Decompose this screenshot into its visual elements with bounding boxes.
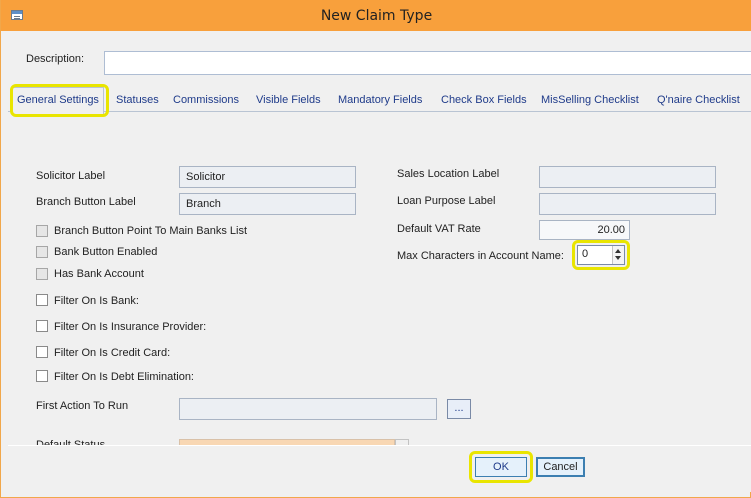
first-action-caption: First Action To Run [36,400,129,412]
description-input[interactable] [104,51,751,75]
first-action-browse-button[interactable]: ... [447,399,471,419]
ok-button[interactable]: OK [475,457,527,477]
max-characters-spinner[interactable]: 0 [577,245,625,265]
has-bank-account-label: Has Bank Account [54,268,144,280]
filter-is-debt-elimination-label: Filter On Is Debt Elimination: [54,371,194,383]
default-vat-rate-caption: Default VAT Rate [397,223,481,235]
spinner-arrows[interactable] [612,246,624,264]
sales-location-label-field[interactable] [539,166,716,188]
branch-button-label-caption: Branch Button Label [36,196,136,208]
tab-commissions[interactable]: Commissions [173,91,239,111]
description-label: Description: [26,53,85,65]
branch-button-main-banks-checkbox[interactable] [36,225,48,237]
max-characters-caption: Max Characters in Account Name: [397,250,564,262]
window-title: New Claim Type [320,8,433,24]
branch-button-label-field[interactable]: Branch [179,193,356,215]
solicitor-label-caption: Solicitor Label [36,170,106,182]
button-bar [8,445,751,492]
solicitor-label-field[interactable]: Solicitor [179,166,356,188]
sales-location-label-caption: Sales Location Label [397,168,500,180]
spin-up-icon[interactable] [615,249,621,253]
tab-statuses[interactable]: Statuses [116,91,159,111]
cancel-button[interactable]: Cancel [536,457,585,477]
has-bank-account-checkbox[interactable] [36,268,48,280]
spin-down-icon[interactable] [615,256,621,260]
max-characters-value: 0 [582,248,589,260]
loan-purpose-label-caption: Loan Purpose Label [397,195,496,207]
tab-divider [8,111,751,112]
first-action-field[interactable] [179,398,437,420]
tab-qnaire-checklist[interactable]: Q'naire Checklist [657,91,740,111]
tab-misselling-checklist[interactable]: MisSelling Checklist [541,91,639,111]
filter-is-credit-card-label: Filter On Is Credit Card: [54,347,171,359]
default-vat-rate-field[interactable]: 20.00 [539,220,630,240]
filter-is-bank-label: Filter On Is Bank: [54,295,139,307]
filter-is-insurance-provider-checkbox[interactable] [36,320,48,332]
tab-mandatory-fields[interactable]: Mandatory Fields [338,91,422,111]
bank-button-enabled-label: Bank Button Enabled [54,246,158,258]
tab-general-settings[interactable]: General Settings [12,87,104,114]
dialog-body: Description: General Settings Statuses C… [8,31,751,492]
tab-check-box-fields[interactable]: Check Box Fields [441,91,527,111]
filter-is-bank-checkbox[interactable] [36,294,48,306]
bank-button-enabled-checkbox[interactable] [36,246,48,258]
filter-is-insurance-provider-label: Filter On Is Insurance Provider: [54,321,207,333]
filter-is-credit-card-checkbox[interactable] [36,346,48,358]
tab-visible-fields[interactable]: Visible Fields [256,91,321,111]
tab-strip: General Settings Statuses Commissions Vi… [8,87,751,114]
filter-is-debt-elimination-checkbox[interactable] [36,370,48,382]
branch-button-main-banks-label: Branch Button Point To Main Banks List [54,225,248,237]
title-bar[interactable]: New Claim Type [1,0,751,31]
dialog-window: New Claim Type Description: General Sett… [0,0,751,498]
loan-purpose-label-field[interactable] [539,193,716,215]
